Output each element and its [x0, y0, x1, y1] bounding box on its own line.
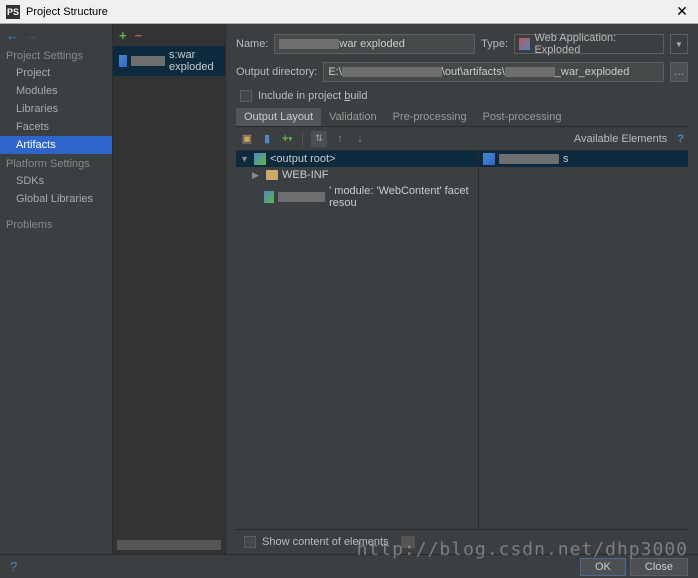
sidebar-nav: ← → [0, 24, 112, 46]
sidebar-item-facets[interactable]: Facets [0, 118, 112, 136]
tab-output-layout[interactable]: Output Layout [236, 108, 321, 126]
tab-validation[interactable]: Validation [321, 108, 385, 126]
type-dropdown[interactable]: Web Application: Exploded [514, 34, 664, 54]
available-tree[interactable]: s [478, 151, 688, 529]
bottom-options: Show content of elements [236, 529, 688, 554]
sidebar-item-project[interactable]: Project [0, 64, 112, 82]
include-checkbox[interactable] [240, 90, 252, 102]
artifact-icon [119, 55, 127, 67]
sidebar-section-platform: Platform Settings [0, 154, 112, 172]
available-elements-label: Available Elements [574, 133, 667, 145]
app-icon: PS [6, 5, 20, 19]
name-label: Name: [236, 38, 268, 50]
tree-root[interactable]: ▼ <output root> [236, 151, 478, 167]
tree-area: ▼ <output root> ▶ WEB-INF ' module: 'Web… [236, 151, 688, 529]
element-icon[interactable] [401, 536, 415, 548]
type-value: Web Application: Exploded [534, 32, 659, 56]
expand-icon[interactable]: ▼ [240, 154, 250, 164]
available-item[interactable]: s [479, 151, 688, 167]
add-icon[interactable]: + [119, 28, 127, 43]
close-icon[interactable]: ✕ [672, 3, 692, 20]
back-icon[interactable]: ← [6, 28, 19, 43]
sidebar-item-libraries[interactable]: Libraries [0, 100, 112, 118]
new-file-icon[interactable]: ▮ [260, 132, 274, 146]
sidebar-section-project: Project Settings [0, 46, 112, 64]
move-up-icon: ↑ [333, 132, 347, 146]
output-root-icon [254, 153, 266, 165]
expand-icon[interactable]: ▶ [252, 170, 262, 181]
blurred-text [279, 39, 339, 49]
tree-module[interactable]: ' module: 'WebContent' facet resou [236, 183, 478, 211]
sidebar-item-global-libraries[interactable]: Global Libraries [0, 190, 112, 208]
sidebar-item-modules[interactable]: Modules [0, 82, 112, 100]
titlebar: PS Project Structure ✕ [0, 0, 698, 24]
tab-postprocessing[interactable]: Post-processing [475, 108, 570, 126]
outdir-label: Output directory: [236, 66, 317, 78]
footer: ? OK Close [0, 554, 698, 578]
dropdown-arrow-icon[interactable]: ▼ [670, 34, 688, 54]
scrollbar-horizontal[interactable] [117, 540, 221, 550]
artifact-toolbar: + − [113, 24, 225, 46]
close-button[interactable]: Close [630, 558, 688, 576]
artifact-item[interactable]: s:war exploded [113, 46, 225, 76]
new-folder-icon[interactable]: ▣ [240, 132, 254, 146]
remove-icon[interactable]: − [135, 28, 143, 43]
type-icon [519, 38, 530, 50]
module-icon [483, 153, 495, 165]
artifact-suffix: s:war exploded [169, 49, 219, 73]
folder-icon [266, 170, 278, 180]
window-title: Project Structure [26, 6, 672, 18]
output-tree[interactable]: ▼ <output root> ▶ WEB-INF ' module: 'Web… [236, 151, 478, 529]
module-icon [264, 191, 274, 203]
show-content-label[interactable]: Show content of elements [262, 536, 389, 548]
blurred-text [499, 154, 559, 164]
name-input[interactable]: war exploded [274, 34, 475, 54]
include-label[interactable]: Include in project build [258, 90, 367, 102]
layout-toolbar: ▣ ▮ +▾ ⇅ ↑ ↓ Available Elements ? [236, 127, 688, 151]
name-value-suffix: war exploded [339, 38, 404, 50]
tree-webinf[interactable]: ▶ WEB-INF [236, 167, 478, 183]
tab-preprocessing[interactable]: Pre-processing [385, 108, 475, 126]
tree-module-label: ' module: 'WebContent' facet resou [329, 185, 474, 209]
blurred-text [131, 56, 165, 66]
help-icon[interactable]: ? [677, 133, 684, 145]
add-copy-icon[interactable]: +▾ [280, 132, 294, 146]
ok-button[interactable]: OK [580, 558, 626, 576]
show-content-checkbox[interactable] [244, 536, 256, 548]
sidebar-item-sdks[interactable]: SDKs [0, 172, 112, 190]
tree-root-label: <output root> [270, 153, 335, 165]
type-label: Type: [481, 38, 508, 50]
sidebar-item-problems[interactable]: Problems [0, 216, 112, 234]
separator [302, 132, 303, 146]
help-button[interactable]: ? [10, 559, 17, 574]
sidebar: ← → Project Settings Project Modules Lib… [0, 24, 113, 554]
outdir-suffix: _war_exploded [555, 66, 630, 78]
sidebar-item-artifacts[interactable]: Artifacts [0, 136, 112, 154]
blurred-text [278, 192, 325, 202]
move-down-icon: ↓ [353, 132, 367, 146]
sort-icon[interactable]: ⇅ [311, 131, 327, 147]
outdir-prefix: E:\ [328, 66, 341, 78]
blurred-text [505, 67, 555, 77]
available-suffix: s [563, 153, 569, 165]
tree-webinf-label: WEB-INF [282, 169, 328, 181]
tabs: Output Layout Validation Pre-processing … [236, 108, 688, 127]
artifact-list: + − s:war exploded [113, 24, 226, 554]
blurred-text [342, 67, 442, 77]
outdir-mid: \out\artifacts\ [442, 66, 505, 78]
browse-button[interactable]: … [670, 62, 688, 82]
outdir-input[interactable]: E:\ \out\artifacts\ _war_exploded [323, 62, 664, 82]
content-pane: Name: war exploded Type: Web Application… [226, 24, 698, 554]
forward-icon: → [25, 28, 38, 43]
